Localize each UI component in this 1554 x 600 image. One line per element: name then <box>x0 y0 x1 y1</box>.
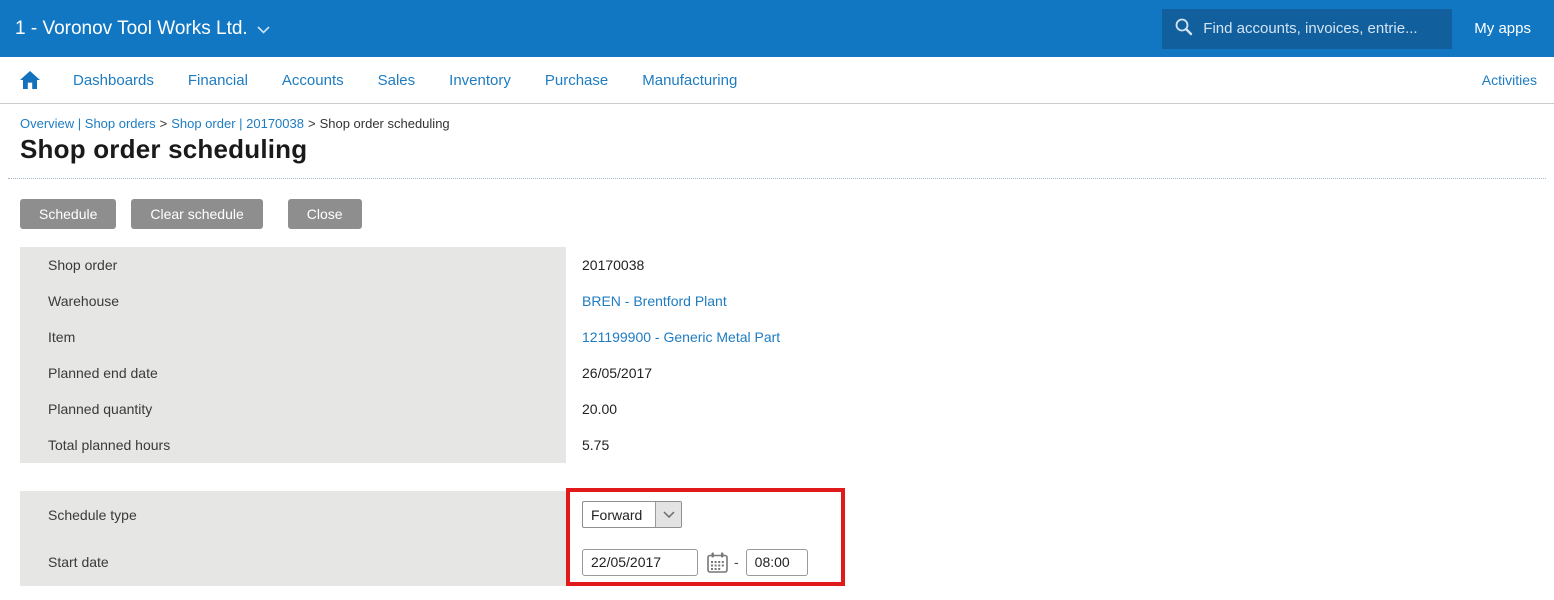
shop-order-value: 20170038 <box>566 247 644 283</box>
company-selector[interactable]: 1 - Voronov Tool Works Ltd. <box>15 18 270 40</box>
warehouse-link[interactable]: BREN - Brentford Plant <box>566 283 727 319</box>
nav-items: Dashboards Financial Accounts Sales Inve… <box>73 72 737 89</box>
planned-end-date-value: 26/05/2017 <box>566 355 652 391</box>
main-nav: Dashboards Financial Accounts Sales Inve… <box>0 57 1554 104</box>
nav-item-purchase[interactable]: Purchase <box>545 72 608 89</box>
planned-end-date-label: Planned end date <box>20 355 566 391</box>
chevron-down-icon[interactable] <box>655 502 681 527</box>
nav-item-manufacturing[interactable]: Manufacturing <box>642 72 737 89</box>
breadcrumb: Overview | Shop orders>Shop order | 2017… <box>20 116 1554 131</box>
table-row: Warehouse BREN - Brentford Plant <box>20 283 1554 319</box>
dotted-divider <box>8 178 1546 179</box>
calendar-icon[interactable] <box>707 552 728 573</box>
start-time-input[interactable] <box>746 549 808 576</box>
start-date-input[interactable] <box>582 549 698 576</box>
clear-schedule-button[interactable]: Clear schedule <box>131 199 262 229</box>
table-row: Shop order 20170038 <box>20 247 1554 283</box>
home-icon[interactable] <box>20 71 40 89</box>
table-row: Total planned hours 5.75 <box>20 427 1554 463</box>
page-content: Overview | Shop orders>Shop order | 2017… <box>0 104 1554 586</box>
schedule-type-row: Schedule type Forward <box>20 491 1554 538</box>
breadcrumb-separator: > <box>160 116 168 131</box>
shop-order-label: Shop order <box>20 247 566 283</box>
search-input[interactable] <box>1203 20 1440 37</box>
schedule-form-section: Schedule type Forward Start date <box>20 491 1554 586</box>
table-row: Item 121199900 - Generic Metal Part <box>20 319 1554 355</box>
nav-item-accounts[interactable]: Accounts <box>282 72 344 89</box>
schedule-type-select[interactable]: Forward <box>582 501 682 528</box>
toolbar: Schedule Clear schedule Close <box>20 199 1554 229</box>
page-title: Shop order scheduling <box>20 134 1554 165</box>
total-planned-hours-label: Total planned hours <box>20 427 566 463</box>
chevron-down-icon <box>257 18 270 40</box>
activities-link[interactable]: Activities <box>1482 72 1537 88</box>
nav-item-sales[interactable]: Sales <box>378 72 416 89</box>
warehouse-label: Warehouse <box>20 283 566 319</box>
breadcrumb-separator: > <box>308 116 316 131</box>
total-planned-hours-value: 5.75 <box>566 427 609 463</box>
start-date-row: Start date - <box>20 538 1554 586</box>
nav-item-dashboards[interactable]: Dashboards <box>73 72 154 89</box>
start-date-label: Start date <box>20 538 566 586</box>
table-row: Planned quantity 20.00 <box>20 391 1554 427</box>
schedule-type-label: Schedule type <box>20 491 566 538</box>
global-search-box[interactable] <box>1162 9 1452 49</box>
close-button[interactable]: Close <box>288 199 362 229</box>
item-link[interactable]: 121199900 - Generic Metal Part <box>566 319 780 355</box>
schedule-button[interactable]: Schedule <box>20 199 116 229</box>
schedule-type-selected-value: Forward <box>583 502 655 527</box>
nav-item-inventory[interactable]: Inventory <box>449 72 511 89</box>
planned-quantity-value: 20.00 <box>566 391 617 427</box>
breadcrumb-link-overview-shop-orders[interactable]: Overview | Shop orders <box>20 116 156 131</box>
table-row: Planned end date 26/05/2017 <box>20 355 1554 391</box>
my-apps-button[interactable]: My apps <box>1466 20 1539 37</box>
date-time-separator: - <box>734 554 739 570</box>
search-icon <box>1174 17 1203 41</box>
planned-quantity-label: Planned quantity <box>20 391 566 427</box>
breadcrumb-link-shop-order[interactable]: Shop order | 20170038 <box>171 116 304 131</box>
company-name: 1 - Voronov Tool Works Ltd. <box>15 18 248 40</box>
breadcrumb-current: Shop order scheduling <box>320 116 450 131</box>
shop-order-details: Shop order 20170038 Warehouse BREN - Bre… <box>20 247 1554 463</box>
nav-item-financial[interactable]: Financial <box>188 72 248 89</box>
item-label: Item <box>20 319 566 355</box>
top-bar: 1 - Voronov Tool Works Ltd. My apps <box>0 0 1554 57</box>
